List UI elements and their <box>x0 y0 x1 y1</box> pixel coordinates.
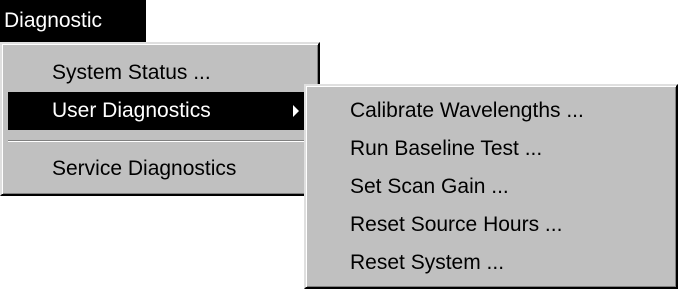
menu-item-user-diagnostics[interactable]: User Diagnostics <box>8 92 310 130</box>
menu-diagnostic[interactable]: Diagnostic <box>0 0 146 44</box>
menu-item-service-diagnostics[interactable]: Service Diagnostics <box>8 150 310 188</box>
submenu-item-reset-system[interactable]: Reset System ... <box>310 244 672 282</box>
menu-item-label: Reset Source Hours ... <box>350 213 563 236</box>
submenu-item-reset-source-hours[interactable]: Reset Source Hours ... <box>310 206 672 244</box>
menu-item-label: Run Baseline Test ... <box>350 137 543 160</box>
submenu-item-set-scan-gain[interactable]: Set Scan Gain ... <box>310 168 672 206</box>
menu-separator <box>8 140 310 142</box>
menu-item-label: System Status ... <box>52 61 211 84</box>
submenu-item-calibrate-wavelengths[interactable]: Calibrate Wavelengths ... <box>310 92 672 130</box>
menu-item-label: Service Diagnostics <box>52 157 237 180</box>
submenu-item-run-baseline-test[interactable]: Run Baseline Test ... <box>310 130 672 168</box>
menu-item-system-status[interactable]: System Status ... <box>8 54 310 92</box>
submenu-arrow-icon <box>290 92 302 130</box>
diagnostic-dropdown-menu: System Status ... User Diagnostics Servi… <box>0 42 320 196</box>
menu-item-label: Calibrate Wavelengths ... <box>350 99 584 122</box>
menu-item-label: Set Scan Gain ... <box>350 175 509 198</box>
menu-item-label: Reset System ... <box>350 251 505 274</box>
user-diagnostics-submenu: Calibrate Wavelengths ... Run Baseline T… <box>304 84 678 289</box>
menu-item-label: User Diagnostics <box>52 99 211 122</box>
